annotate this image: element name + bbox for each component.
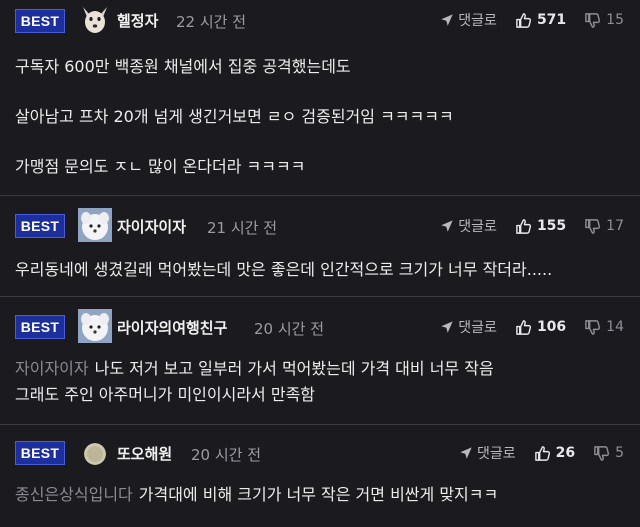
reply-arrow-icon	[440, 320, 454, 334]
thumbs-down-icon	[593, 445, 610, 462]
reply-label: 댓글로	[458, 320, 497, 336]
comment-text-line: 그래도 주인 아주머니가 미인이시라서 만족함	[15, 385, 316, 404]
like-button[interactable]: 26	[534, 445, 575, 462]
comment-author[interactable]: 또오해원	[117, 443, 172, 464]
thumbs-down-icon	[584, 319, 601, 336]
comment-text-line: 종신은상식입니다 가격대에 비해 크기가 너무 작은 거면 비싼게 맞지ㅋㅋ	[15, 484, 498, 506]
reply-button[interactable]: 댓글로	[440, 216, 497, 236]
like-count: 26	[555, 445, 576, 461]
comment-timestamp: 20 시간 전	[191, 446, 262, 464]
comment-text-segment: 가격대에 비해 크기가 너무 작은 거면 비싼게 맞지ㅋㅋ	[138, 485, 499, 504]
reply-mention[interactable]: 자이자이자	[15, 359, 89, 378]
comment-author[interactable]: 자이자이자	[117, 216, 186, 237]
avatar[interactable]	[84, 443, 106, 465]
thumbs-down-icon	[584, 218, 601, 235]
reply-button[interactable]: 댓글로	[459, 443, 516, 463]
dislike-count: 15	[606, 12, 624, 28]
comment-timestamp: 20 시간 전	[254, 320, 325, 338]
comment-item: BEST 헬정자 22 시간 전 댓글로 571 15 구독자 600만 백종원…	[0, 0, 640, 196]
thumbs-up-icon	[515, 319, 532, 336]
comment-text-line: 가맹점 문의도 ㅈㄴ 많이 온다더라 ㅋㅋㅋㅋ	[15, 157, 306, 176]
white-dog-avatar-icon	[78, 208, 112, 242]
comment-header: BEST 자이자이자 21 시간 전 댓글로 155 17	[0, 206, 640, 246]
comment-header: BEST 라이자의여행친구 20 시간 전 댓글로 106 14	[0, 307, 640, 347]
default-avatar-icon	[84, 443, 106, 465]
dislike-button[interactable]: 15	[584, 12, 624, 29]
thumbs-up-icon	[515, 218, 532, 235]
like-button[interactable]: 155	[515, 218, 566, 235]
comment-item: BEST 또오해원 20 시간 전 댓글로 26 5 종신은상식입니다 가격대에…	[0, 425, 640, 527]
like-button[interactable]: 106	[515, 319, 566, 336]
comment-actions: 댓글로 571 15	[440, 0, 624, 40]
dislike-count: 5	[615, 445, 624, 461]
dislike-count: 17	[606, 218, 624, 234]
dislike-count: 14	[606, 319, 624, 335]
comment-header: BEST 헬정자 22 시간 전 댓글로 571 15	[0, 0, 640, 40]
reply-arrow-icon	[440, 219, 454, 233]
best-badge: BEST	[15, 315, 65, 339]
reply-button[interactable]: 댓글로	[440, 10, 497, 30]
comment-text-line: 구독자 600만 백종원 채널에서 집중 공격했는데도	[15, 57, 351, 76]
thumbs-down-icon	[584, 12, 601, 29]
dislike-button[interactable]: 14	[584, 319, 624, 336]
reply-label: 댓글로	[458, 13, 497, 29]
comment-text-line: 우리동네에 생겼길래 먹어봤는데 맛은 좋은데 인간적으로 크기가 너무 작더라…	[15, 260, 553, 279]
dislike-button[interactable]: 17	[584, 218, 624, 235]
like-count: 106	[536, 319, 567, 335]
white-dog-avatar-icon	[78, 309, 112, 343]
comment-actions: 댓글로 106 14	[440, 307, 624, 347]
best-badge: BEST	[15, 441, 65, 465]
reply-mention[interactable]: 종신은상식입니다	[15, 485, 133, 504]
comment-text-line: 살아남고 프차 20개 넘게 생긴거보면 ㄹㅇ 검증된거임 ㅋㅋㅋㅋㅋ	[15, 107, 454, 126]
thumbs-up-icon	[534, 445, 551, 462]
avatar[interactable]	[78, 3, 112, 37]
comment-timestamp: 21 시간 전	[207, 219, 278, 237]
reply-arrow-icon	[459, 446, 473, 460]
avatar[interactable]	[78, 309, 112, 343]
comment-timestamp: 22 시간 전	[176, 13, 247, 31]
comment-item: BEST 자이자이자 21 시간 전 댓글로 155 17 우리동네에 생겼길래…	[0, 196, 640, 297]
reply-label: 댓글로	[458, 219, 497, 235]
reply-arrow-icon	[440, 13, 454, 27]
reply-button[interactable]: 댓글로	[440, 317, 497, 337]
best-badge: BEST	[15, 214, 65, 238]
comment-item: BEST 라이자의여행친구 20 시간 전 댓글로 106 14 자이자이자 나…	[0, 297, 640, 425]
like-button[interactable]: 571	[515, 12, 566, 29]
like-count: 571	[536, 12, 567, 28]
like-count: 155	[536, 218, 567, 234]
comment-actions: 댓글로 155 17	[440, 206, 624, 246]
avatar[interactable]	[78, 208, 112, 242]
comment-text-line: 자이자이자 나도 저거 보고 일부러 가서 먹어봤는데 가격 대비 너무 작음	[15, 358, 494, 380]
dog-avatar-icon	[78, 3, 112, 37]
reply-label: 댓글로	[476, 446, 516, 462]
comment-actions: 댓글로 26 5	[459, 433, 624, 473]
comment-text-segment: 나도 저거 보고 일부러 가서 먹어봤는데 가격 대비 너무 작음	[94, 359, 494, 378]
best-badge: BEST	[15, 9, 65, 33]
comment-header: BEST 또오해원 20 시간 전 댓글로 26 5	[0, 435, 640, 475]
dislike-button[interactable]: 5	[593, 445, 624, 462]
comment-author[interactable]: 헬정자	[117, 10, 158, 31]
thumbs-up-icon	[515, 12, 532, 29]
comment-author[interactable]: 라이자의여행친구	[117, 317, 227, 338]
